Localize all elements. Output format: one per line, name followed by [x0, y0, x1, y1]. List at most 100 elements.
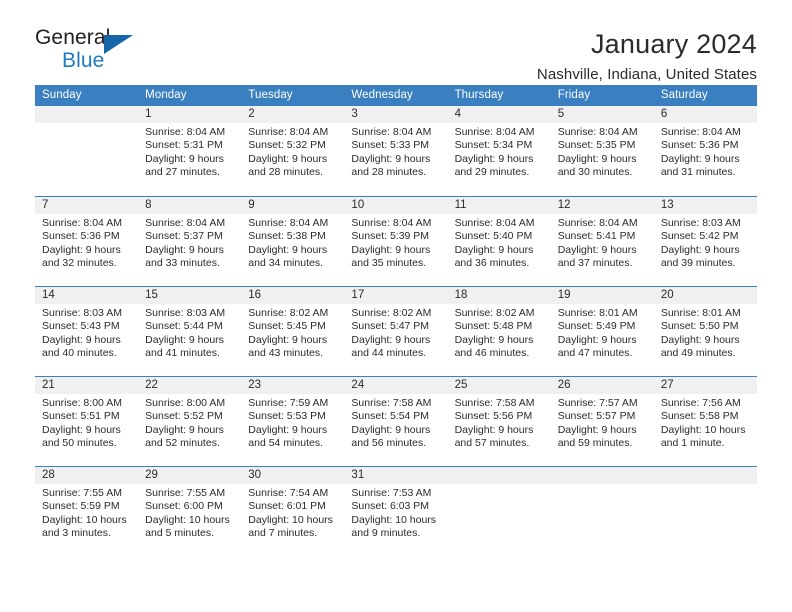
daylight-text: Daylight: 9 hours and 28 minutes.	[351, 152, 431, 179]
sunset-text: Sunset: 5:38 PM	[248, 230, 326, 243]
calendar-week-row: 7 Sunrise: 8:04 AM Sunset: 5:36 PM Daylight…	[35, 196, 757, 286]
weekday-header-monday: Monday	[145, 89, 187, 101]
calendar-week-row: 28 Sunrise: 7:55 AM Sunset: 5:59 PM Dayligh…	[35, 466, 757, 556]
day-number: 16	[241, 287, 345, 304]
sunset-text: Sunset: 6:03 PM	[351, 500, 430, 513]
calendar-day-cell[interactable]: 2 Sunrise: 8:04 AM Sunset: 5:32 PM Daylight…	[241, 106, 345, 196]
daylight-text: Daylight: 9 hours and 29 minutes.	[454, 152, 534, 179]
day-number: 25	[447, 377, 551, 394]
calendar-grid: Sunday Monday Tuesday Wednesday Thursday Frid…	[35, 85, 757, 556]
sunset-text: Sunset: 5:59 PM	[42, 500, 120, 513]
calendar-day-cell[interactable]: 7 Sunrise: 8:04 AM Sunset: 5:36 PM Daylight…	[35, 197, 139, 286]
day-sun-info: Sunrise: 8:02 AM Sunset: 5:48 PM Daylight:…	[448, 304, 551, 361]
day-number: 27	[653, 377, 757, 394]
sunset-text: Sunset: 5:57 PM	[557, 410, 636, 423]
sunset-text: Sunset: 5:44 PM	[145, 320, 223, 333]
calendar-day-cell[interactable]: 28 Sunrise: 7:55 AM Sunset: 5:59 PM Dayligh…	[35, 467, 139, 556]
calendar-day-cell-empty	[550, 467, 654, 556]
day-sun-info: Sunrise: 7:56 AM Sunset: 5:58 PM Daylight:…	[654, 394, 757, 451]
day-number	[447, 467, 551, 484]
calendar-day-cell[interactable]: 11 Sunrise: 8:04 AM Sunset: 5:40 PM Dayligh…	[447, 197, 551, 286]
daylight-text: Daylight: 9 hours and 36 minutes.	[454, 243, 534, 270]
calendar-day-cell[interactable]: 9 Sunrise: 8:04 AM Sunset: 5:38 PM Daylight…	[241, 197, 345, 286]
day-sun-info: Sunrise: 8:04 AM Sunset: 5:36 PM Daylight:…	[654, 123, 757, 180]
calendar-day-cell[interactable]: 22 Sunrise: 8:00 AM Sunset: 5:52 PM Dayligh…	[138, 377, 242, 466]
sunrise-text: Sunrise: 8:01 AM	[660, 307, 741, 319]
calendar-day-cell[interactable]: 21 Sunrise: 8:00 AM Sunset: 5:51 PM Dayligh…	[35, 377, 139, 466]
daylight-text: Daylight: 9 hours and 35 minutes.	[351, 243, 431, 270]
sunrise-text: Sunrise: 8:04 AM	[557, 217, 638, 229]
calendar-day-cell[interactable]: 3 Sunrise: 8:04 AM Sunset: 5:33 PM Daylight…	[344, 106, 448, 196]
sunset-text: Sunset: 6:00 PM	[145, 500, 223, 513]
daylight-text: Daylight: 10 hours and 1 minute.	[660, 423, 746, 450]
sunrise-text: Sunrise: 8:04 AM	[145, 217, 226, 229]
day-sun-info: Sunrise: 7:54 AM Sunset: 6:01 PM Daylight:…	[241, 484, 344, 541]
sunrise-text: Sunrise: 8:04 AM	[557, 126, 638, 138]
calendar-day-cell[interactable]: 31 Sunrise: 7:53 AM Sunset: 6:03 PM Dayligh…	[344, 467, 448, 556]
day-sun-info: Sunrise: 8:04 AM Sunset: 5:40 PM Daylight:…	[448, 214, 551, 271]
calendar-day-cell[interactable]: 1 Sunrise: 8:04 AM Sunset: 5:31 PM Daylight…	[138, 106, 242, 196]
calendar-day-cell[interactable]: 19 Sunrise: 8:01 AM Sunset: 5:49 PM Dayligh…	[550, 287, 654, 376]
calendar-body: 1 Sunrise: 8:04 AM Sunset: 5:31 PM Daylight…	[35, 106, 757, 556]
day-sun-info: Sunrise: 7:58 AM Sunset: 5:54 PM Daylight:…	[344, 394, 447, 451]
sunset-text: Sunset: 5:39 PM	[351, 230, 430, 243]
sunset-text: Sunset: 5:34 PM	[454, 139, 533, 152]
calendar-day-cell[interactable]: 20 Sunrise: 8:01 AM Sunset: 5:50 PM Dayligh…	[653, 287, 757, 376]
sunset-text: Sunset: 5:58 PM	[660, 410, 739, 423]
sunrise-text: Sunrise: 8:04 AM	[145, 126, 226, 138]
calendar-day-cell[interactable]: 23 Sunrise: 7:59 AM Sunset: 5:53 PM Dayligh…	[241, 377, 345, 466]
calendar-day-cell[interactable]: 16 Sunrise: 8:02 AM Sunset: 5:45 PM Dayligh…	[241, 287, 345, 376]
daylight-text: Daylight: 9 hours and 28 minutes.	[248, 152, 328, 179]
calendar-day-cell[interactable]: 25 Sunrise: 7:58 AM Sunset: 5:56 PM Dayligh…	[447, 377, 551, 466]
day-number: 21	[35, 377, 139, 394]
calendar-day-cell[interactable]: 12 Sunrise: 8:04 AM Sunset: 5:41 PM Dayligh…	[550, 197, 654, 286]
sunrise-text: Sunrise: 8:04 AM	[454, 217, 535, 229]
day-sun-info: Sunrise: 7:58 AM Sunset: 5:56 PM Daylight:…	[448, 394, 551, 451]
weekday-header-friday: Friday	[557, 89, 591, 101]
calendar-day-cell[interactable]: 27 Sunrise: 7:56 AM Sunset: 5:58 PM Dayligh…	[653, 377, 757, 466]
day-sun-info: Sunrise: 8:02 AM Sunset: 5:47 PM Daylight:…	[344, 304, 447, 361]
calendar-day-cell[interactable]: 26 Sunrise: 7:57 AM Sunset: 5:57 PM Dayligh…	[550, 377, 654, 466]
calendar-day-cell[interactable]: 15 Sunrise: 8:03 AM Sunset: 5:44 PM Dayligh…	[138, 287, 242, 376]
calendar-week-row: 1 Sunrise: 8:04 AM Sunset: 5:31 PM Daylight…	[35, 106, 757, 196]
calendar-day-cell[interactable]: 24 Sunrise: 7:58 AM Sunset: 5:54 PM Dayligh…	[344, 377, 448, 466]
sunrise-text: Sunrise: 8:04 AM	[248, 217, 329, 229]
calendar-day-cell[interactable]: 4 Sunrise: 8:04 AM Sunset: 5:34 PM Daylight…	[447, 106, 551, 196]
calendar-day-cell[interactable]: 8 Sunrise: 8:04 AM Sunset: 5:37 PM Daylight…	[138, 197, 242, 286]
calendar-week-row: 21 Sunrise: 8:00 AM Sunset: 5:51 PM Dayligh…	[35, 376, 757, 466]
triangle-icon	[104, 35, 133, 54]
general-blue-logo[interactable]: General Blue	[35, 26, 145, 78]
sunset-text: Sunset: 5:54 PM	[351, 410, 430, 423]
sunrise-text: Sunrise: 8:02 AM	[351, 307, 432, 319]
sunrise-text: Sunrise: 7:58 AM	[351, 397, 432, 409]
calendar-day-cell[interactable]: 5 Sunrise: 8:04 AM Sunset: 5:35 PM Daylight…	[550, 106, 654, 196]
day-number: 11	[447, 197, 551, 214]
sunset-text: Sunset: 5:41 PM	[557, 230, 636, 243]
daylight-text: Daylight: 9 hours and 32 minutes.	[42, 243, 121, 270]
day-sun-info: Sunrise: 7:57 AM Sunset: 5:57 PM Daylight:…	[551, 394, 654, 451]
day-number: 29	[138, 467, 242, 484]
sunset-text: Sunset: 5:53 PM	[248, 410, 326, 423]
sunset-text: Sunset: 5:42 PM	[660, 230, 739, 243]
day-number: 4	[447, 106, 551, 123]
calendar-day-cell[interactable]: 17 Sunrise: 8:02 AM Sunset: 5:47 PM Dayligh…	[344, 287, 448, 376]
daylight-text: Daylight: 9 hours and 59 minutes.	[557, 423, 637, 450]
calendar-day-cell[interactable]: 10 Sunrise: 8:04 AM Sunset: 5:39 PM Dayligh…	[344, 197, 448, 286]
weekday-header-sunday: Sunday	[42, 89, 82, 101]
sunset-text: Sunset: 5:36 PM	[42, 230, 120, 243]
calendar-day-cell[interactable]: 13 Sunrise: 8:03 AM Sunset: 5:42 PM Dayligh…	[653, 197, 757, 286]
calendar-day-cell[interactable]: 14 Sunrise: 8:03 AM Sunset: 5:43 PM Dayligh…	[35, 287, 139, 376]
calendar-day-cell[interactable]: 6 Sunrise: 8:04 AM Sunset: 5:36 PM Daylight…	[653, 106, 757, 196]
sunrise-text: Sunrise: 7:56 AM	[660, 397, 741, 409]
sunset-text: Sunset: 5:56 PM	[454, 410, 533, 423]
day-number: 12	[550, 197, 654, 214]
day-number: 23	[241, 377, 345, 394]
calendar-day-cell[interactable]: 30 Sunrise: 7:54 AM Sunset: 6:01 PM Dayligh…	[241, 467, 345, 556]
calendar-day-cell[interactable]: 18 Sunrise: 8:02 AM Sunset: 5:48 PM Dayligh…	[447, 287, 551, 376]
sunrise-text: Sunrise: 7:55 AM	[42, 487, 122, 499]
day-sun-info: Sunrise: 8:01 AM Sunset: 5:49 PM Daylight:…	[551, 304, 654, 361]
calendar-day-cell[interactable]: 29 Sunrise: 7:55 AM Sunset: 6:00 PM Dayligh…	[138, 467, 242, 556]
calendar-day-cell-empty	[35, 106, 139, 196]
page-title: January 2024	[590, 29, 757, 59]
day-sun-info: Sunrise: 8:04 AM Sunset: 5:34 PM Daylight:…	[448, 123, 551, 180]
